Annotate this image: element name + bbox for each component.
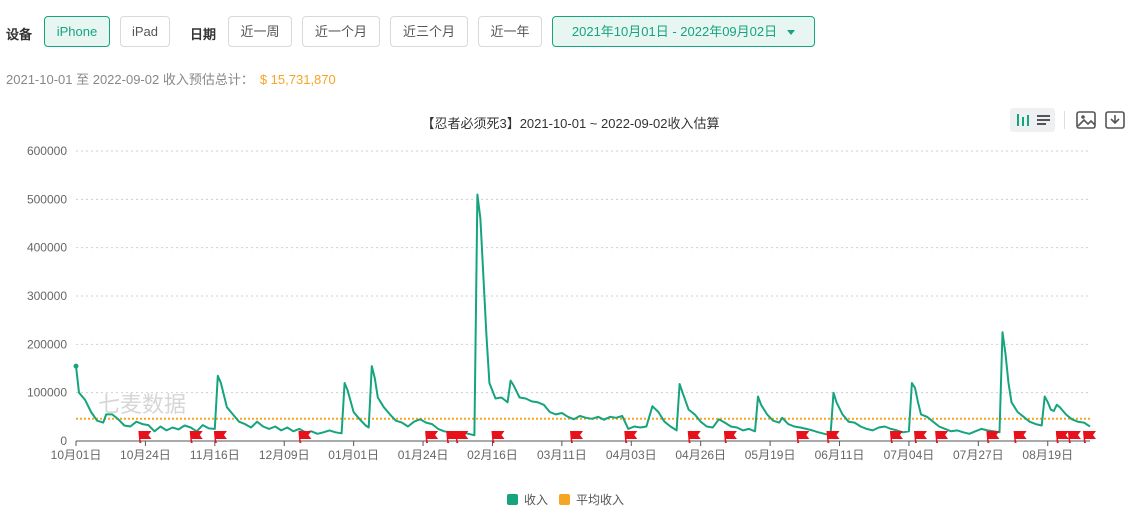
y-tick-label: 200000 bbox=[27, 337, 67, 351]
download-icon[interactable] bbox=[1104, 109, 1126, 131]
device-iphone-button[interactable]: iPhone bbox=[44, 16, 110, 47]
device-label: 设备 bbox=[6, 27, 33, 42]
toolbox-divider bbox=[1064, 111, 1065, 129]
y-tick-label: 0 bbox=[60, 434, 67, 448]
legend-item-average[interactable]: 平均收入 bbox=[559, 491, 624, 508]
date-range-text: 2021年10月01日 - 2022年09月02日 bbox=[571, 24, 778, 39]
x-tick-label: 10月01日 bbox=[51, 448, 102, 462]
range-week-button[interactable]: 近一周 bbox=[228, 16, 292, 47]
x-tick-label: 01月24日 bbox=[398, 448, 449, 462]
y-tick-label: 400000 bbox=[27, 241, 67, 255]
x-tick-label: 03月11日 bbox=[537, 448, 587, 462]
chart-title: 【忍者必须死3】2021-10-01 ~ 2022-09-02收入估算 bbox=[421, 116, 720, 131]
revenue-summary: 2021-10-01 至 2022-09-02 收入预估总计： $ 15,731,… bbox=[6, 69, 336, 88]
y-tick-label: 600000 bbox=[27, 144, 67, 158]
x-tick-label: 02月16日 bbox=[467, 448, 518, 462]
x-tick-label: 04月26日 bbox=[675, 448, 726, 462]
x-tick-label: 10月24日 bbox=[120, 448, 171, 462]
summary-total: $ 15,731,870 bbox=[259, 72, 336, 87]
x-tick-label: 06月11日 bbox=[815, 448, 865, 462]
x-tick-label: 07月27日 bbox=[953, 448, 1004, 462]
summary-text: 2021-10-01 至 2022-09-02 收入预估总计： bbox=[6, 72, 254, 87]
image-icon[interactable] bbox=[1075, 109, 1097, 131]
x-tick-label: 01月01日 bbox=[328, 448, 379, 462]
date-range-picker[interactable]: 2021年10月01日 - 2022年09月02日 bbox=[552, 16, 815, 47]
x-tick-label: 05月19日 bbox=[745, 448, 796, 462]
revenue-start-point bbox=[73, 363, 79, 369]
y-tick-label: 300000 bbox=[27, 289, 67, 303]
caret-down-icon bbox=[787, 30, 796, 36]
range-year-button[interactable]: 近一年 bbox=[478, 16, 542, 47]
list-icon[interactable] bbox=[1033, 109, 1055, 131]
revenue-line-chart: 0 100000 200000 300000 400000 500000 600000 10月… bbox=[27, 144, 1096, 462]
legend-item-revenue[interactable]: 收入 bbox=[507, 491, 548, 508]
range-3month-button[interactable]: 近三个月 bbox=[390, 16, 468, 47]
x-tick-label: 07月04日 bbox=[884, 448, 935, 462]
y-tick-label: 100000 bbox=[27, 386, 67, 400]
filter-toolbar: 设备 iPhone iPad 日期 近一周 近一个月 近三个月 近一年 2021… bbox=[0, 16, 1141, 48]
y-tick-label: 500000 bbox=[27, 192, 67, 206]
x-tick-label: 12月09日 bbox=[259, 448, 310, 462]
device-ipad-button[interactable]: iPad bbox=[120, 16, 170, 47]
range-month-button[interactable]: 近一个月 bbox=[302, 16, 380, 47]
revenue-series-line bbox=[75, 193, 1091, 437]
x-tick-label: 11月16日 bbox=[190, 448, 240, 462]
legend-label-average: 平均收入 bbox=[576, 493, 625, 507]
legend-swatch-average bbox=[559, 494, 570, 505]
date-label: 日期 bbox=[190, 27, 217, 42]
bar-chart-icon[interactable] bbox=[1012, 109, 1034, 131]
x-tick-label: 04月03日 bbox=[606, 448, 657, 462]
legend-swatch-revenue bbox=[507, 494, 518, 505]
legend-label-revenue: 收入 bbox=[524, 493, 549, 507]
x-tick-label: 08月19日 bbox=[1022, 448, 1073, 462]
chart-view-toggle bbox=[1010, 108, 1055, 132]
